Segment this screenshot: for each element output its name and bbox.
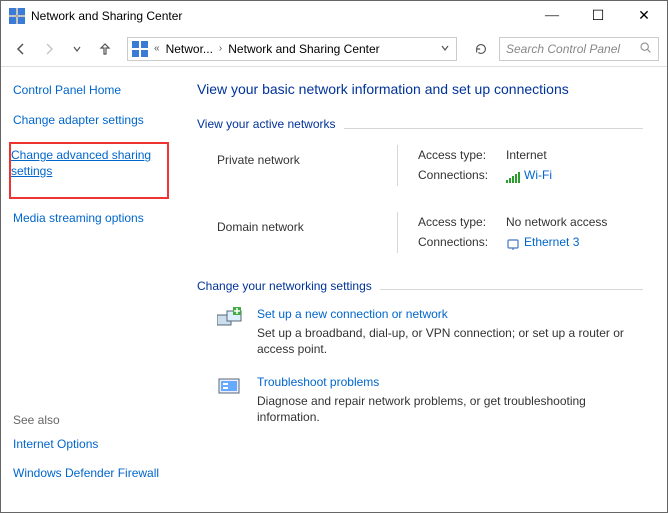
change-settings-heading: Change your networking settings xyxy=(197,279,372,293)
setup-connection-desc: Set up a broadband, dial-up, or VPN conn… xyxy=(257,325,643,357)
connections-label: Connections: xyxy=(418,165,506,185)
forward-button[interactable] xyxy=(37,37,61,61)
troubleshoot-link[interactable]: Troubleshoot problems xyxy=(257,375,643,389)
network-center-icon xyxy=(9,8,25,24)
recent-locations-dropdown[interactable] xyxy=(65,37,89,61)
see-also-heading: See also xyxy=(13,413,169,427)
setup-connection-icon xyxy=(217,307,245,331)
breadcrumb-current[interactable]: Network and Sharing Center xyxy=(224,42,383,56)
sidebar-media-streaming[interactable]: Media streaming options xyxy=(13,211,169,227)
network-row-domain: Domain network Access type: No network a… xyxy=(197,212,643,253)
sidebar-control-panel-home[interactable]: Control Panel Home xyxy=(13,83,169,99)
troubleshoot-desc: Diagnose and repair network problems, or… xyxy=(257,393,643,425)
network-center-icon xyxy=(132,41,148,57)
active-networks-heading: View your active networks xyxy=(197,117,336,131)
chevron-right-icon[interactable]: › xyxy=(217,43,224,54)
connection-link-ethernet[interactable]: Ethernet 3 xyxy=(524,232,579,252)
task-troubleshoot: Troubleshoot problems Diagnose and repai… xyxy=(197,375,643,425)
sidebar-windows-defender-firewall[interactable]: Windows Defender Firewall xyxy=(13,466,169,482)
access-type-label: Access type: xyxy=(418,212,506,232)
sidebar: Control Panel Home Change adapter settin… xyxy=(1,67,181,512)
page-title: View your basic network information and … xyxy=(197,81,643,97)
address-dropdown[interactable] xyxy=(438,42,452,56)
sidebar-change-advanced-sharing[interactable]: Change advanced sharing settings xyxy=(11,148,161,179)
search-input[interactable]: Search Control Panel xyxy=(499,37,659,61)
window-title: Network and Sharing Center xyxy=(31,9,529,23)
highlight-box: Change advanced sharing settings xyxy=(9,142,169,199)
maximize-button[interactable]: ☐ xyxy=(575,1,621,31)
access-type-label: Access type: xyxy=(418,145,506,165)
network-row-private: Private network Access type: Internet Co… xyxy=(197,145,643,186)
back-button[interactable] xyxy=(9,37,33,61)
ethernet-icon xyxy=(506,236,520,248)
sidebar-change-adapter[interactable]: Change adapter settings xyxy=(13,113,169,129)
toolbar: « Networ... › Network and Sharing Center… xyxy=(1,31,667,67)
setup-connection-link[interactable]: Set up a new connection or network xyxy=(257,307,643,321)
address-bar[interactable]: « Networ... › Network and Sharing Center xyxy=(127,37,457,61)
task-setup-connection: Set up a new connection or network Set u… xyxy=(197,307,643,357)
titlebar: Network and Sharing Center — ☐ ✕ xyxy=(1,1,667,31)
connection-link-wifi[interactable]: Wi-Fi xyxy=(524,165,552,185)
search-placeholder: Search Control Panel xyxy=(506,42,639,56)
troubleshoot-icon xyxy=(217,375,245,399)
access-type-value: Internet xyxy=(506,145,547,165)
minimize-button[interactable]: — xyxy=(529,1,575,31)
breadcrumb-network[interactable]: Networ... xyxy=(162,42,217,56)
connections-label: Connections: xyxy=(418,232,506,252)
breadcrumb-root-chevron[interactable]: « xyxy=(152,43,162,54)
up-button[interactable] xyxy=(93,37,117,61)
refresh-button[interactable] xyxy=(467,42,495,56)
sidebar-internet-options[interactable]: Internet Options xyxy=(13,437,169,453)
main-content: View your basic network information and … xyxy=(181,67,667,512)
access-type-value: No network access xyxy=(506,212,607,232)
wifi-signal-icon xyxy=(506,170,520,182)
search-icon xyxy=(639,41,652,57)
network-name: Private network xyxy=(197,145,397,186)
network-name: Domain network xyxy=(197,212,397,253)
close-button[interactable]: ✕ xyxy=(621,1,667,31)
